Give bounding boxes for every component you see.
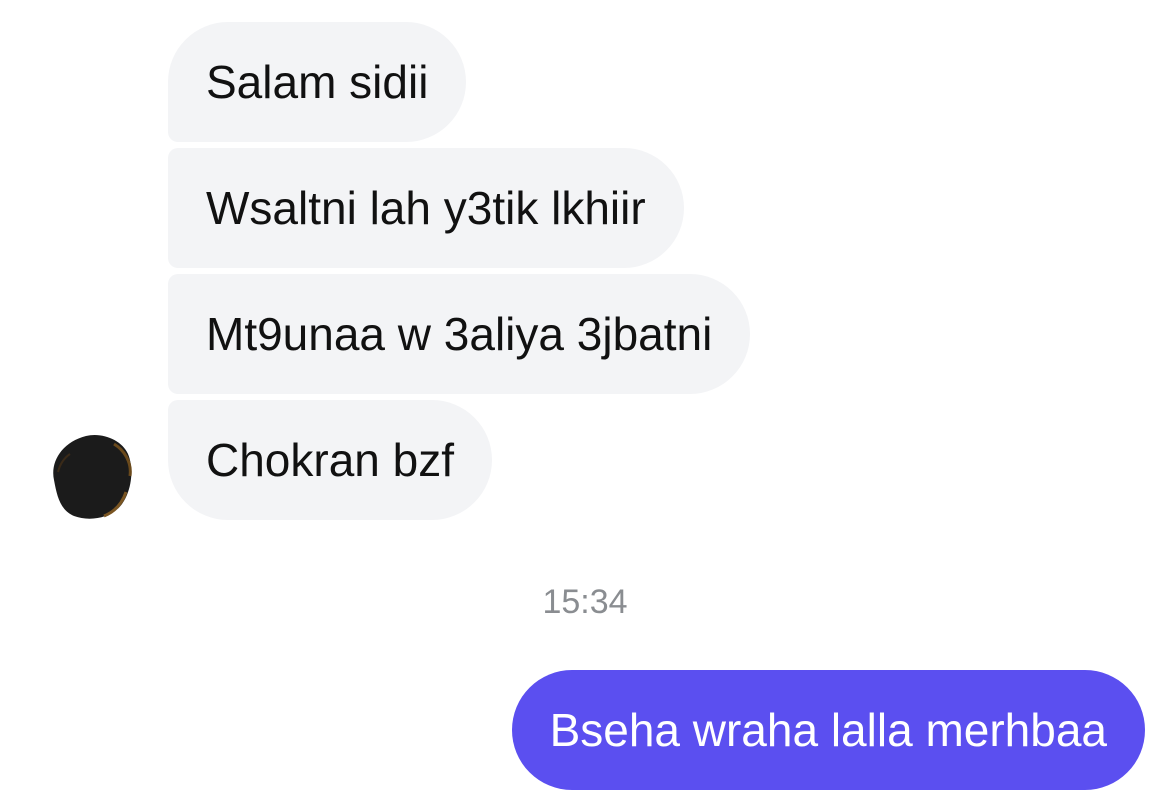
incoming-message-bubble[interactable]: Wsaltni lah y3tik lkhiir [168,148,684,268]
outgoing-message-bubble[interactable]: Bseha wraha lalla merhbaa [511,670,1145,790]
chat-thread: Salam sidii Wsaltni lah y3tik lkhiir Mt9… [0,0,1170,811]
incoming-message-bubble[interactable]: Mt9unaa w 3aliya 3jbatni [168,274,751,394]
message-timestamp: 15:34 [542,583,628,621]
incoming-message-bubble[interactable]: Chokran bzf [168,400,493,520]
avatar[interactable] [44,432,134,522]
incoming-message-bubble[interactable]: Salam sidii [168,22,467,142]
avatar-icon [53,434,132,519]
